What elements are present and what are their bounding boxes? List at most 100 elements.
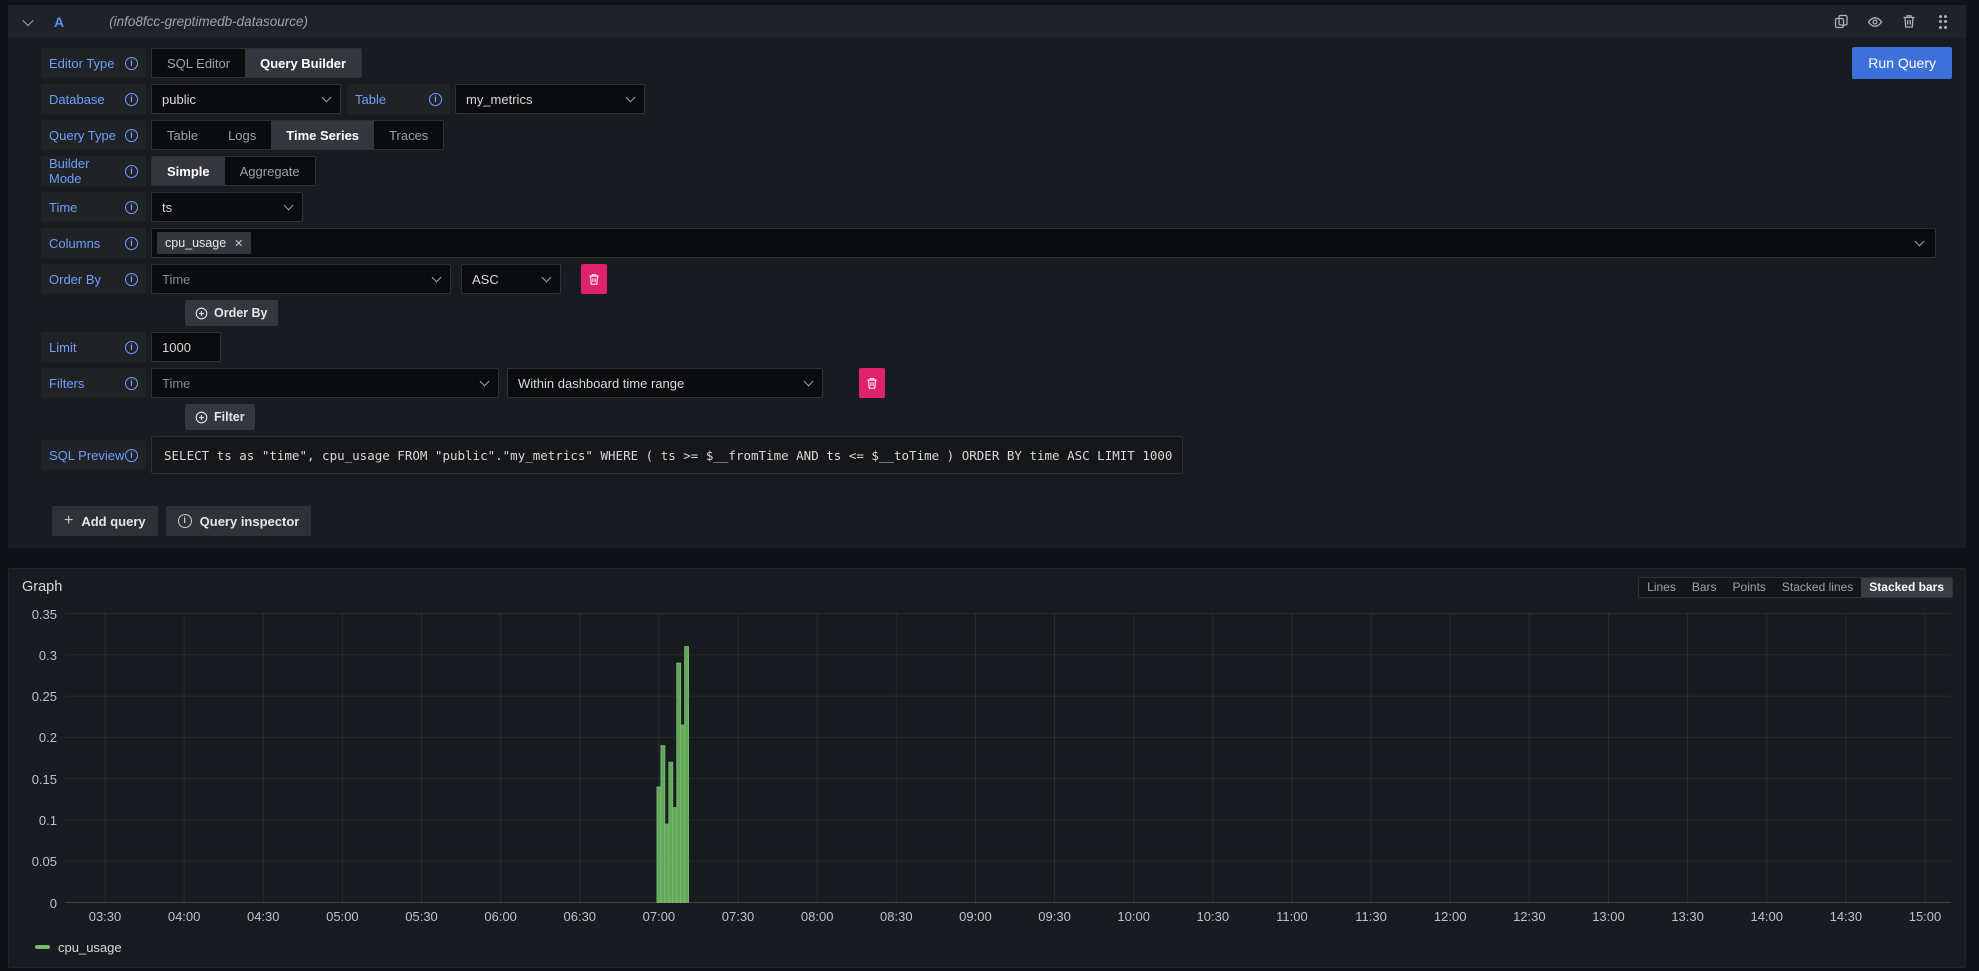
y-tick-label: 0.05 xyxy=(32,854,57,869)
duplicate-query-icon[interactable] xyxy=(1832,13,1850,31)
columns-multiselect[interactable]: cpu_usage ✕ xyxy=(151,228,1936,258)
time-select[interactable]: ts xyxy=(151,192,303,222)
plot-area[interactable] xyxy=(65,613,1951,903)
datasource-name: (info8fcc-greptimedb-datasource) xyxy=(109,14,308,29)
table-select[interactable]: my_metrics xyxy=(455,84,645,114)
close-icon[interactable]: ✕ xyxy=(234,237,243,250)
sql-preview-box[interactable]: SELECT ts as "time", cpu_usage FROM "pub… xyxy=(151,436,1183,474)
plus-icon: + xyxy=(64,512,73,530)
builder-mode-label: Builder Mode i xyxy=(41,156,146,186)
order-by-label: Order By i xyxy=(41,264,146,294)
option-simple[interactable]: Simple xyxy=(152,157,225,185)
row-sql-preview: SQL Preview i SELECT ts as "time", cpu_u… xyxy=(41,436,1952,474)
x-axis-labels: 03:3004:0004:3005:0005:3006:0006:3007:00… xyxy=(65,909,1951,933)
query-row-actions xyxy=(1832,13,1952,31)
query-ref-id[interactable]: A xyxy=(54,14,64,30)
delete-order-by-button[interactable] xyxy=(581,264,607,294)
option-sql-editor[interactable]: SQL Editor xyxy=(152,49,245,77)
option-points[interactable]: Points xyxy=(1725,578,1774,597)
legend: cpu_usage xyxy=(35,935,1965,959)
row-time: Time i ts xyxy=(41,192,1952,222)
order-by-field-select[interactable]: Time xyxy=(151,264,451,294)
chevron-down-icon xyxy=(1915,236,1925,246)
option-aggregate[interactable]: Aggregate xyxy=(225,157,315,185)
option-stacked-lines[interactable]: Stacked lines xyxy=(1774,578,1861,597)
x-tick-label: 10:00 xyxy=(1117,909,1150,924)
option-query-builder[interactable]: Query Builder xyxy=(245,49,361,77)
option-stacked-bars[interactable]: Stacked bars xyxy=(1861,578,1952,597)
info-icon[interactable]: i xyxy=(125,377,138,390)
editor-type-radio-group[interactable]: SQL EditorQuery Builder xyxy=(151,48,362,78)
x-tick-label: 09:30 xyxy=(1038,909,1071,924)
option-traces[interactable]: Traces xyxy=(374,121,443,149)
row-query-type: Query Type i TableLogsTime SeriesTraces xyxy=(41,120,1952,150)
option-table[interactable]: Table xyxy=(152,121,213,149)
collapse-chevron-icon[interactable] xyxy=(22,14,33,25)
draw-mode-radio-group[interactable]: LinesBarsPointsStacked linesStacked bars xyxy=(1638,577,1953,598)
delete-query-icon[interactable] xyxy=(1900,13,1918,31)
run-query-button[interactable]: Run Query xyxy=(1852,47,1952,79)
x-tick-label: 04:30 xyxy=(247,909,280,924)
query-row-header[interactable]: A (info8fcc-greptimedb-datasource) xyxy=(8,5,1966,38)
x-tick-label: 11:30 xyxy=(1355,909,1387,924)
panel-title[interactable]: Graph xyxy=(22,579,62,595)
row-filters: Filters i Time Within dashboard time ran… xyxy=(41,368,1952,398)
option-logs[interactable]: Logs xyxy=(213,121,271,149)
add-filter-button[interactable]: Filter xyxy=(185,404,255,430)
row-add-order-by: Order By xyxy=(41,300,1952,326)
editor-type-label: Editor Type i xyxy=(41,48,146,78)
option-lines[interactable]: Lines xyxy=(1639,578,1684,597)
chevron-down-icon xyxy=(480,376,490,386)
add-order-by-button[interactable]: Order By xyxy=(185,300,278,326)
info-icon[interactable]: i xyxy=(125,273,138,286)
row-editor-type: Editor Type i SQL EditorQuery Builder xyxy=(41,48,1952,78)
info-icon[interactable]: i xyxy=(125,129,138,142)
database-select[interactable]: public xyxy=(151,84,341,114)
editor-footer-actions: + Add query i Query inspector xyxy=(52,506,1952,536)
trash-icon xyxy=(866,377,878,390)
y-tick-label: 0.35 xyxy=(32,607,57,622)
add-query-button[interactable]: + Add query xyxy=(52,506,158,536)
info-icon[interactable]: i xyxy=(429,93,442,106)
x-tick-label: 04:00 xyxy=(168,909,201,924)
option-bars[interactable]: Bars xyxy=(1684,578,1725,597)
info-icon[interactable]: i xyxy=(125,165,138,178)
legend-series-color[interactable] xyxy=(35,945,50,949)
filter-condition-select[interactable]: Within dashboard time range xyxy=(507,368,823,398)
chevron-down-icon xyxy=(804,376,814,386)
query-type-label: Query Type i xyxy=(41,120,146,150)
filter-field-select[interactable]: Time xyxy=(151,368,499,398)
drag-handle-icon[interactable] xyxy=(1934,13,1952,31)
info-circle-icon: i xyxy=(178,514,192,528)
x-tick-label: 14:30 xyxy=(1830,909,1863,924)
info-icon[interactable]: i xyxy=(125,341,138,354)
info-icon[interactable]: i xyxy=(125,237,138,250)
limit-input[interactable] xyxy=(151,332,221,362)
toggle-visibility-icon[interactable] xyxy=(1866,13,1884,31)
delete-filter-button[interactable] xyxy=(859,368,885,398)
y-tick-label: 0.3 xyxy=(39,648,57,663)
graph-panel: Graph LinesBarsPointsStacked linesStacke… xyxy=(8,568,1966,968)
query-type-radio-group[interactable]: TableLogsTime SeriesTraces xyxy=(151,120,444,150)
info-icon[interactable]: i xyxy=(125,201,138,214)
info-icon[interactable]: i xyxy=(125,93,138,106)
limit-label: Limit i xyxy=(41,332,146,362)
column-chip[interactable]: cpu_usage ✕ xyxy=(157,232,251,254)
option-time-series[interactable]: Time Series xyxy=(271,121,374,149)
x-tick-label: 07:30 xyxy=(722,909,755,924)
query-inspector-button[interactable]: i Query inspector xyxy=(166,506,312,536)
legend-series-name[interactable]: cpu_usage xyxy=(58,940,122,955)
y-tick-label: 0.2 xyxy=(39,730,57,745)
order-direction-select[interactable]: ASC xyxy=(461,264,561,294)
builder-mode-radio-group[interactable]: SimpleAggregate xyxy=(151,156,316,186)
query-builder-form: Editor Type i SQL EditorQuery Builder Da… xyxy=(8,38,1966,536)
y-tick-label: 0.15 xyxy=(32,772,57,787)
row-order-by: Order By i Time ASC xyxy=(41,264,1952,294)
info-icon[interactable]: i xyxy=(125,449,138,462)
plus-circle-icon xyxy=(195,411,208,424)
info-icon[interactable]: i xyxy=(125,57,138,70)
x-tick-label: 05:30 xyxy=(405,909,438,924)
x-tick-label: 13:00 xyxy=(1592,909,1625,924)
x-tick-label: 07:00 xyxy=(643,909,676,924)
row-builder-mode: Builder Mode i SimpleAggregate xyxy=(41,156,1952,186)
